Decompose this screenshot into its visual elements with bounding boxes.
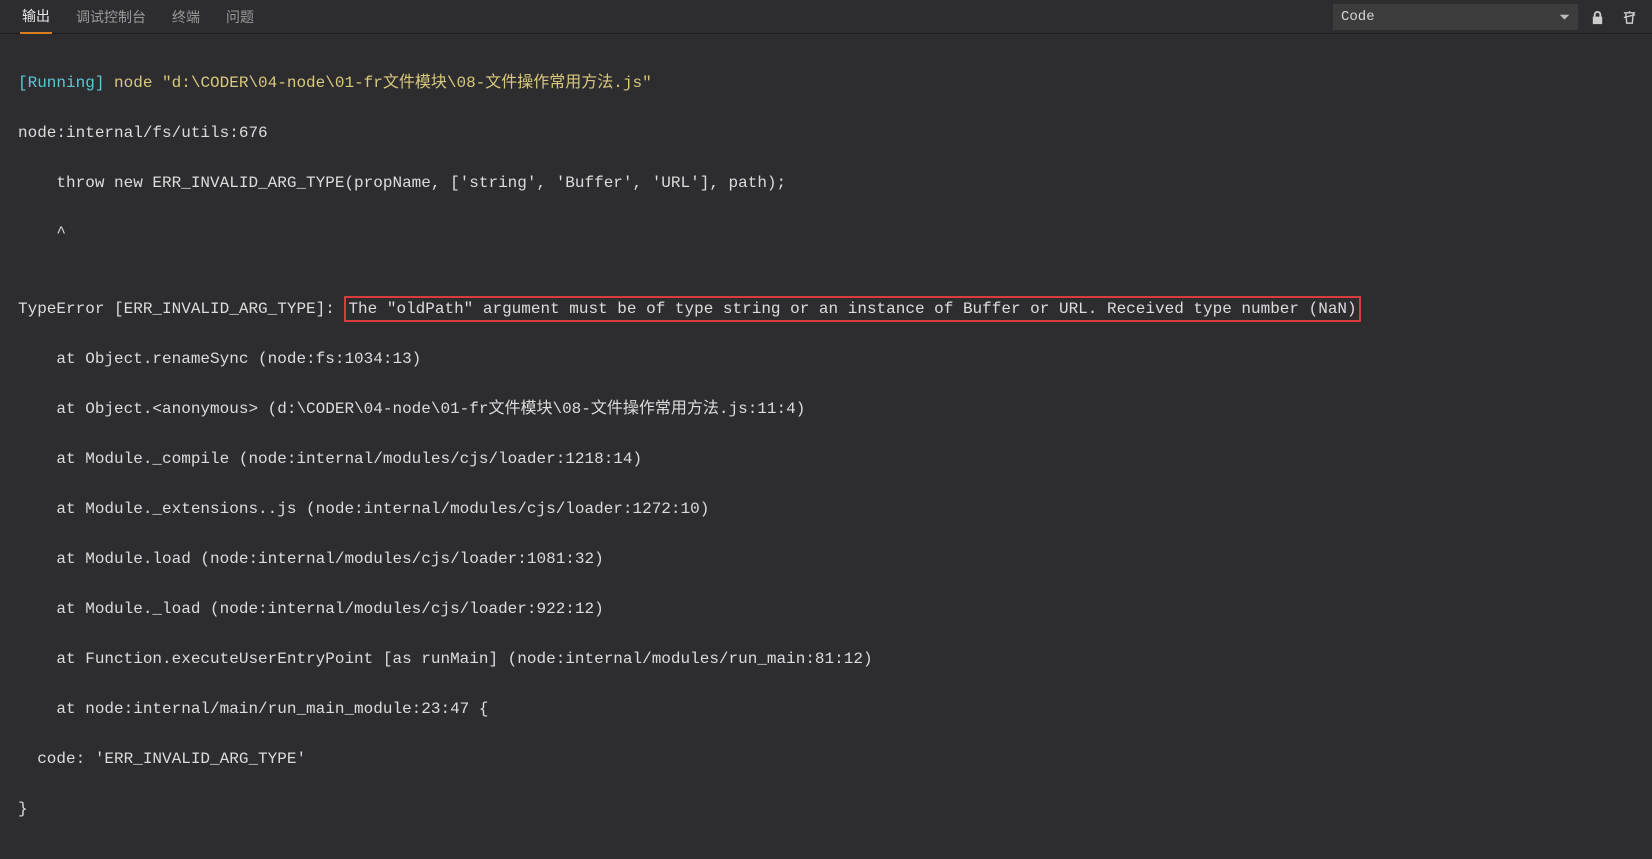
- tab-debug-console[interactable]: 调试控制台: [74, 1, 148, 33]
- running-tag: [Running]: [18, 74, 104, 92]
- lock-icon[interactable]: [1584, 4, 1610, 30]
- output-line: at Function.executeUserEntryPoint [as ru…: [18, 647, 1634, 672]
- tab-output[interactable]: 输出: [20, 0, 52, 34]
- output-line: throw new ERR_INVALID_ARG_TYPE(propName,…: [18, 171, 1634, 196]
- output-line: node:internal/fs/utils:676: [18, 121, 1634, 146]
- output-line: ^: [18, 221, 1634, 246]
- output-line: at Object.renameSync (node:fs:1034:13): [18, 347, 1634, 372]
- output-line: [Running] node "d:\CODER\04-node\01-fr文件…: [18, 71, 1634, 96]
- running-cmd: node "d:\CODER\04-node\01-fr文件模块\08-文件操作…: [104, 74, 651, 92]
- error-message-highlighted: The "oldPath" argument must be of type s…: [344, 296, 1360, 322]
- output-line: at Object.<anonymous> (d:\CODER\04-node\…: [18, 397, 1634, 422]
- output-channel-dropdown[interactable]: Code: [1333, 4, 1578, 30]
- output-line: at Module._load (node:internal/modules/c…: [18, 597, 1634, 622]
- tab-terminal[interactable]: 终端: [170, 1, 202, 33]
- panel-tabs: 输出 调试控制台 终端 问题: [10, 0, 256, 34]
- tab-problems[interactable]: 问题: [224, 1, 256, 33]
- output-line: code: 'ERR_INVALID_ARG_TYPE': [18, 747, 1634, 772]
- output-channel-selected: Code: [1341, 9, 1375, 25]
- output-line: }: [18, 797, 1634, 822]
- output-line: at node:internal/main/run_main_module:23…: [18, 697, 1634, 722]
- output-line: at Module.load (node:internal/modules/cj…: [18, 547, 1634, 572]
- panel-header-actions: Code: [1333, 2, 1642, 32]
- clear-output-icon[interactable]: [1616, 4, 1642, 30]
- output-error-line: TypeError [ERR_INVALID_ARG_TYPE]: The "o…: [18, 296, 1634, 322]
- output-line: at Module._compile (node:internal/module…: [18, 447, 1634, 472]
- panel-header: 输出 调试控制台 终端 问题 Code: [0, 0, 1652, 34]
- chevron-down-icon: [1559, 12, 1570, 23]
- error-prefix: TypeError [ERR_INVALID_ARG_TYPE]:: [18, 300, 344, 318]
- output-line: at Module._extensions..js (node:internal…: [18, 497, 1634, 522]
- output-area[interactable]: [Running] node "d:\CODER\04-node\01-fr文件…: [0, 34, 1652, 859]
